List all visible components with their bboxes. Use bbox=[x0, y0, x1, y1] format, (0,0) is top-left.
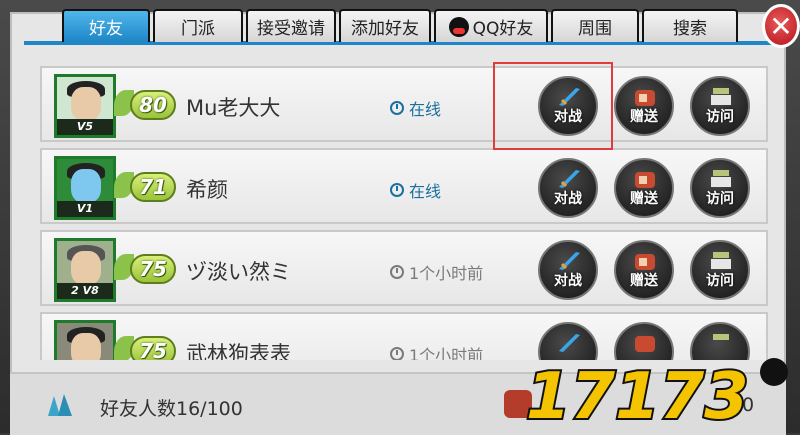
tab-label: 接受邀请 bbox=[257, 19, 325, 39]
status-text: 1个小时前 bbox=[409, 264, 484, 283]
clock-icon bbox=[390, 347, 404, 360]
tab-search[interactable]: 搜索 bbox=[642, 9, 738, 42]
avatar[interactable]: V5 bbox=[54, 74, 116, 138]
tab-label: QQ好友 bbox=[472, 19, 534, 39]
meat-gift-icon bbox=[635, 254, 655, 270]
status-text: 在线 bbox=[409, 182, 442, 201]
clock-icon bbox=[390, 265, 404, 279]
level-badge: 80 bbox=[130, 90, 176, 120]
tab-bar: 好友 门派 接受邀请 添加好友 QQ好友 周围 搜索 bbox=[62, 9, 738, 42]
status: 1个小时前 bbox=[390, 342, 483, 360]
status: 在线 bbox=[390, 178, 441, 202]
qq-penguin-icon bbox=[448, 16, 469, 37]
watermark-logo: 17173 bbox=[524, 358, 788, 433]
close-button[interactable]: ✕ bbox=[762, 4, 800, 48]
avatar-face bbox=[71, 169, 101, 203]
avatar-face bbox=[71, 333, 101, 360]
tab-label: 周围 bbox=[578, 19, 612, 39]
status: 在线 bbox=[390, 96, 441, 120]
visit-button[interactable]: 访问 bbox=[690, 76, 750, 136]
clock-icon bbox=[390, 101, 404, 115]
sword-icon bbox=[559, 170, 580, 188]
friend-count: 好友人数16/100 bbox=[100, 398, 243, 420]
tab-sect[interactable]: 门派 bbox=[153, 9, 243, 42]
tab-qq-friends[interactable]: QQ好友 bbox=[434, 9, 548, 42]
visit-label: 访问 bbox=[706, 109, 734, 125]
visit-house-icon bbox=[711, 170, 731, 187]
friend-row[interactable]: V1 71 希颜 在线 对战 赠送 访问 bbox=[40, 148, 768, 224]
friend-name: Mu老大大 bbox=[186, 96, 281, 120]
level-badge: 71 bbox=[130, 172, 176, 202]
gift-button[interactable]: 赠送 bbox=[614, 76, 674, 136]
status-text: 在线 bbox=[409, 100, 442, 119]
avatar[interactable]: 2 V8 bbox=[54, 238, 116, 302]
tab-add-friend[interactable]: 添加好友 bbox=[339, 9, 431, 42]
vip-badge: V1 bbox=[57, 201, 113, 217]
vip-badge: 2 V8 bbox=[57, 283, 113, 299]
friend-row[interactable]: 2 V8 75 ヅ淡い然ミ 1个小时前 对战 赠送 访问 bbox=[40, 230, 768, 306]
avatar[interactable]: V1 bbox=[54, 156, 116, 220]
close-icon: ✕ bbox=[769, 9, 793, 43]
battle-button[interactable]: 对战 bbox=[538, 158, 598, 218]
friends-group-icon bbox=[48, 394, 72, 416]
visit-button[interactable]: 访问 bbox=[690, 240, 750, 300]
tab-friends[interactable]: 好友 bbox=[62, 9, 150, 42]
status: 1个小时前 bbox=[390, 260, 483, 284]
gift-label: 赠送 bbox=[630, 191, 658, 207]
friend-name: 希颜 bbox=[186, 178, 228, 202]
tab-label: 添加好友 bbox=[351, 19, 419, 39]
highlight-box bbox=[493, 62, 613, 150]
battle-button[interactable]: 对战 bbox=[538, 240, 598, 300]
friend-row[interactable]: V5 80 Mu老大大 在线 对战 赠送 访问 bbox=[40, 66, 768, 142]
visit-house-icon bbox=[711, 252, 731, 269]
avatar[interactable] bbox=[54, 320, 116, 360]
avatar-face bbox=[71, 251, 101, 285]
gift-label: 赠送 bbox=[630, 109, 658, 125]
battle-label: 对战 bbox=[554, 191, 582, 207]
avatar-face bbox=[71, 87, 101, 121]
tab-accept-invites[interactable]: 接受邀请 bbox=[246, 9, 336, 42]
vip-badge: V5 bbox=[57, 119, 113, 135]
tab-nearby[interactable]: 周围 bbox=[551, 9, 639, 42]
svg-text:17173: 17173 bbox=[526, 360, 749, 433]
visit-label: 访问 bbox=[706, 191, 734, 207]
tab-label: 好友 bbox=[89, 19, 123, 39]
level-badge: 75 bbox=[130, 336, 176, 360]
clock-icon bbox=[390, 183, 404, 197]
status-text: 1个小时前 bbox=[409, 346, 484, 360]
level-badge: 75 bbox=[130, 254, 176, 284]
meat-gift-icon bbox=[635, 172, 655, 188]
gift-label: 赠送 bbox=[630, 273, 658, 289]
friend-list[interactable]: V5 80 Mu老大大 在线 对战 赠送 访问 V1 71 希颜 在线 对战 赠… bbox=[40, 66, 768, 360]
battle-label: 对战 bbox=[554, 273, 582, 289]
gift-button[interactable]: 赠送 bbox=[614, 240, 674, 300]
visit-button[interactable]: 访问 bbox=[690, 158, 750, 218]
sword-icon bbox=[559, 334, 580, 352]
gift-button[interactable]: 赠送 bbox=[614, 158, 674, 218]
friend-name: 武林狗表表 bbox=[186, 342, 291, 360]
visit-house-icon bbox=[713, 334, 729, 340]
meat-gift-icon bbox=[635, 90, 655, 106]
tab-label: 搜索 bbox=[673, 19, 707, 39]
visit-house-icon bbox=[711, 88, 731, 105]
tab-label: 门派 bbox=[181, 19, 215, 39]
meat-gift-icon bbox=[635, 336, 655, 352]
friend-name: ヅ淡い然ミ bbox=[186, 260, 291, 284]
sword-icon bbox=[559, 252, 580, 270]
visit-label: 访问 bbox=[706, 273, 734, 289]
